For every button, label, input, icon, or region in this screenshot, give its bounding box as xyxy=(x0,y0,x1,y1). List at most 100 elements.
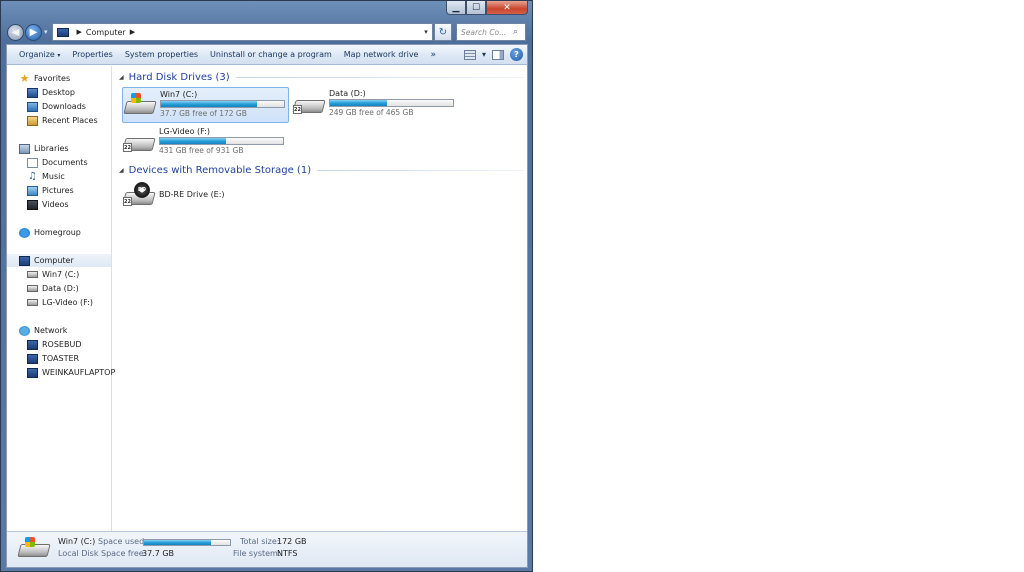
address-dropdown-icon[interactable]: ▾ xyxy=(420,28,432,36)
preview-pane-icon[interactable] xyxy=(492,49,504,60)
sidebar-label: Win7 (C:) xyxy=(42,270,80,279)
sidebar-label: Data (D:) xyxy=(42,284,79,293)
documents-icon xyxy=(27,157,38,168)
map-network-drive-button[interactable]: Map network drive xyxy=(338,50,425,59)
drive-item-bd-re[interactable]: BD 22 BD-RE Drive (E:) xyxy=(122,179,289,215)
network-icon xyxy=(19,325,30,336)
forward-button[interactable]: ▶ xyxy=(25,23,42,41)
details-file-system-label: File system: xyxy=(233,549,281,558)
drive-usage-bar xyxy=(329,99,454,107)
windows-logo-icon xyxy=(25,537,35,547)
sidebar-item-rosebud[interactable]: ROSEBUD xyxy=(27,338,82,351)
search-input[interactable]: Search Co... ⌕ xyxy=(456,23,526,41)
help-icon[interactable]: ? xyxy=(510,48,523,61)
group-header-removable-storage[interactable]: ◢ Devices with Removable Storage (1) xyxy=(119,165,524,176)
maximize-button[interactable]: ☐ xyxy=(466,1,486,15)
search-icon[interactable]: ⌕ xyxy=(513,27,525,37)
command-bar: Organize ▾ Properties System properties … xyxy=(7,45,527,65)
drive-badge-icon: 22 xyxy=(123,197,132,206)
drive-icon: 22 xyxy=(122,128,156,158)
change-view-icon[interactable] xyxy=(463,49,476,60)
drive-item-data[interactable]: 22 Data (D:) 249 GB free of 465 GB xyxy=(292,87,459,123)
address-bar[interactable]: ▶ Computer ▶ ▾ xyxy=(51,23,433,41)
sidebar-item-downloads[interactable]: Downloads xyxy=(27,100,86,113)
sidebar-item-videos[interactable]: Videos xyxy=(27,198,69,211)
drive-usage-fill xyxy=(160,138,227,144)
search-placeholder: Search Co... xyxy=(461,27,507,37)
sidebar-item-computer[interactable]: Computer xyxy=(7,254,111,267)
sidebar-item-recent-places[interactable]: Recent Places xyxy=(27,114,98,127)
organize-menu[interactable]: Organize ▾ xyxy=(13,50,66,59)
sidebar-item-win7[interactable]: Win7 (C:) xyxy=(27,268,79,281)
drive-badge-icon: 22 xyxy=(123,143,132,152)
drive-name: BD-RE Drive (E:) xyxy=(159,190,225,199)
refresh-button[interactable]: ↻ xyxy=(434,23,452,41)
sidebar-item-pictures[interactable]: Pictures xyxy=(27,184,74,197)
close-button[interactable]: ✕ xyxy=(486,1,528,15)
organize-arrow-icon: ▾ xyxy=(57,52,61,59)
views-dropdown-icon[interactable]: ▾ xyxy=(482,50,486,59)
drive-item-lg-video[interactable]: 22 LG-Video (F:) 431 GB free of 931 GB xyxy=(122,125,289,161)
sidebar-label: Videos xyxy=(42,200,69,209)
sidebar-item-weinkauflaptop[interactable]: WEINKAUFLAPTOP xyxy=(27,366,115,379)
details-space-free-value: 37.7 GB xyxy=(142,549,175,558)
sidebar-item-homegroup[interactable]: Homegroup xyxy=(19,226,81,239)
sidebar-item-libraries[interactable]: Libraries xyxy=(19,142,69,155)
details-space-free-label: Space free: xyxy=(101,549,147,558)
system-properties-button[interactable]: System properties xyxy=(119,50,204,59)
breadcrumb-separator[interactable]: ▶ xyxy=(77,28,82,36)
recent-pages-dropdown[interactable]: ▾ xyxy=(44,28,48,36)
group-title: Devices with Removable Storage (1) xyxy=(128,165,312,176)
sidebar-label: TOASTER xyxy=(42,354,80,363)
drive-free-space: 249 GB free of 465 GB xyxy=(329,108,414,117)
minimize-button[interactable]: ▁ xyxy=(446,1,466,15)
homegroup-icon xyxy=(19,227,30,238)
collapse-group-icon[interactable]: ◢ xyxy=(119,167,124,174)
music-icon: ♫ xyxy=(28,170,37,182)
details-space-used-label: Space used: xyxy=(98,537,147,546)
sidebar-label: Downloads xyxy=(42,102,86,111)
drive-name: LG-Video (F:) xyxy=(159,127,210,136)
optical-drive-icon: BD 22 xyxy=(122,182,156,212)
drive-usage-bar xyxy=(159,137,284,145)
drive-usage-fill xyxy=(161,101,257,107)
details-drive-type: Local Disk xyxy=(58,549,99,558)
network-computer-icon xyxy=(27,367,38,378)
drive-name: Win7 (C:) xyxy=(160,90,198,99)
back-button[interactable]: ◀ xyxy=(7,23,24,41)
drive-item-win7[interactable]: Win7 (C:) 37.7 GB free of 172 GB xyxy=(122,87,289,123)
sidebar-label: Documents xyxy=(42,158,88,167)
drive-badge-icon: 22 xyxy=(293,105,302,114)
selected-drive-icon xyxy=(17,537,51,563)
drive-name: Data (D:) xyxy=(329,89,366,98)
more-commands-button[interactable]: » xyxy=(424,50,442,60)
sidebar-label: Recent Places xyxy=(42,116,98,125)
collapse-group-icon[interactable]: ◢ xyxy=(119,74,124,81)
group-header-hard-disk-drives[interactable]: ◢ Hard Disk Drives (3) xyxy=(119,72,524,83)
sidebar-label: Libraries xyxy=(34,144,69,153)
explorer-content: Organize ▾ Properties System properties … xyxy=(6,44,528,568)
sidebar-item-data[interactable]: Data (D:) xyxy=(27,282,79,295)
sidebar-item-desktop[interactable]: Desktop xyxy=(27,86,75,99)
breadcrumb-separator-chevron[interactable]: ▶ xyxy=(130,28,135,36)
sidebar-label: ROSEBUD xyxy=(42,340,82,349)
sidebar-item-toaster[interactable]: TOASTER xyxy=(27,352,79,365)
sidebar-item-favorites[interactable]: ★ Favorites xyxy=(19,72,71,85)
hard-drive-shape xyxy=(123,101,157,114)
breadcrumb-computer[interactable]: Computer xyxy=(86,28,126,37)
sidebar-item-network[interactable]: Network xyxy=(19,324,67,337)
group-title: Hard Disk Drives (3) xyxy=(128,72,230,83)
details-total-size-value: 172 GB xyxy=(277,537,307,546)
sidebar-label: Desktop xyxy=(42,88,75,97)
uninstall-program-button[interactable]: Uninstall or change a program xyxy=(204,50,338,59)
details-space-used-fill xyxy=(144,540,212,545)
sidebar-label: WEINKAUFLAPTOP xyxy=(42,368,116,377)
sidebar-item-music[interactable]: ♫ Music xyxy=(27,170,65,183)
network-computer-icon xyxy=(27,339,38,350)
sidebar-item-documents[interactable]: Documents xyxy=(27,156,88,169)
sidebar-item-lg-video[interactable]: LG-Video (F:) xyxy=(27,296,93,309)
properties-button[interactable]: Properties xyxy=(66,50,118,59)
drive-icon xyxy=(27,299,38,306)
network-computer-icon xyxy=(27,353,38,364)
desktop-icon xyxy=(27,87,38,98)
